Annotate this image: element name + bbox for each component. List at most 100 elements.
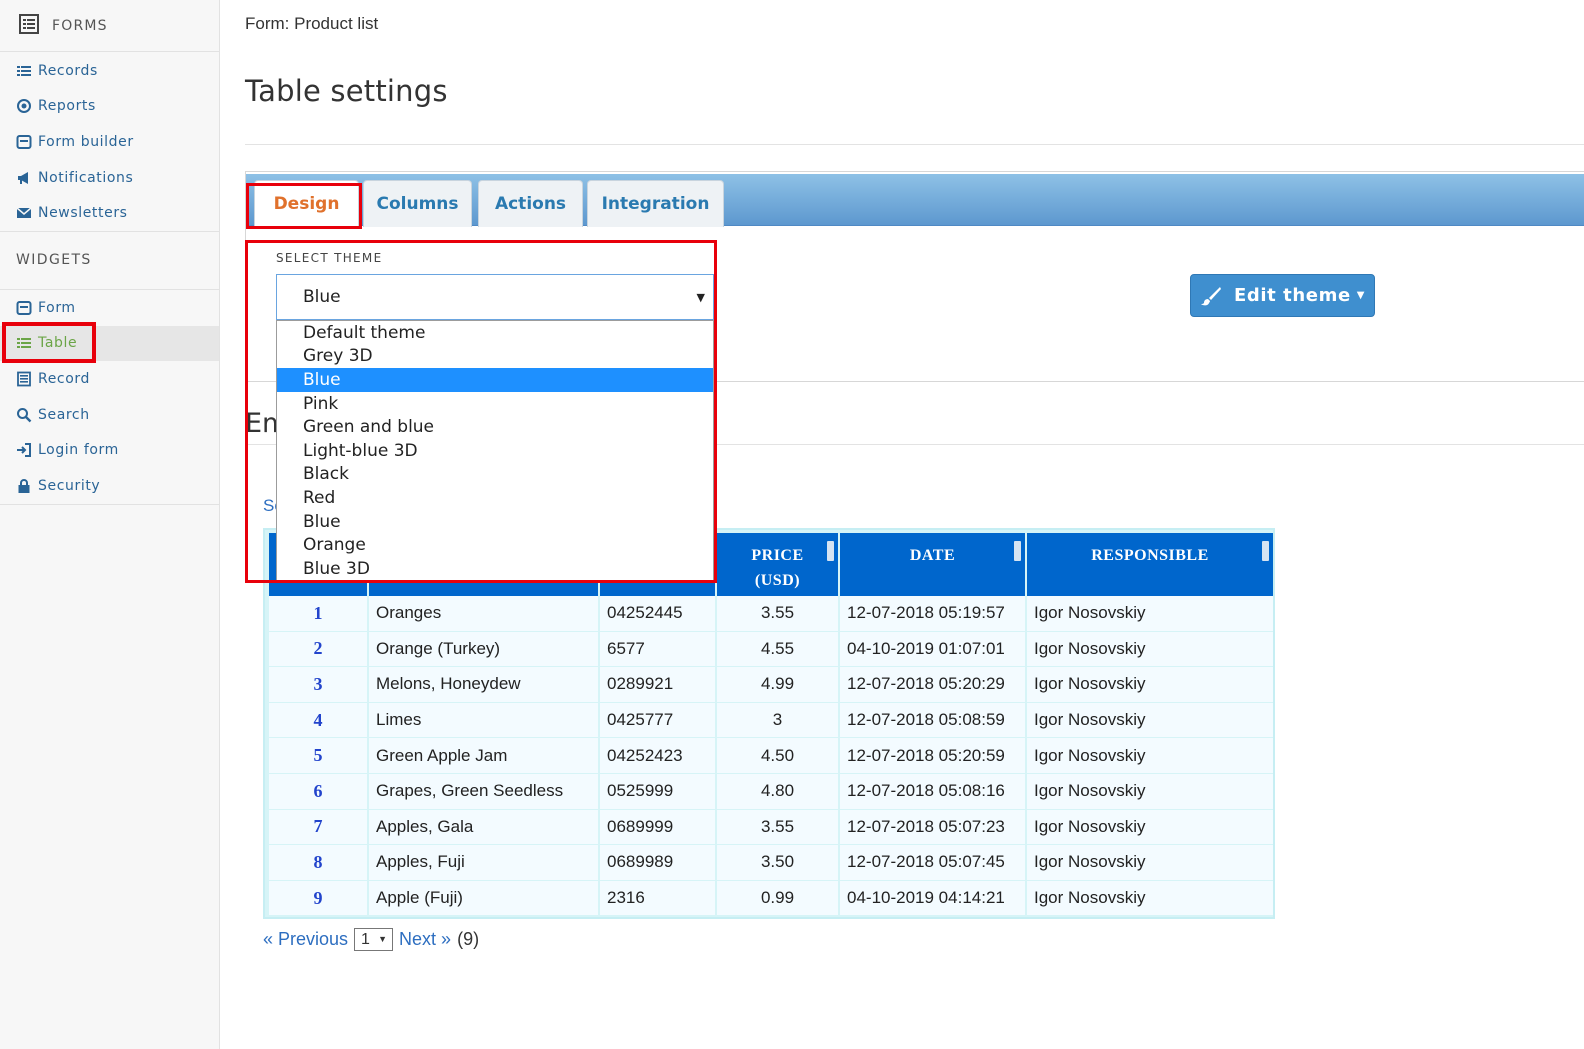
sidebar-widgets-group: Form Table Record Search Login form Secu… [0, 290, 219, 505]
table-row[interactable]: 1 Oranges 04252445 3.55 12-07-2018 05:19:57 I… [269, 596, 1273, 632]
theme-option[interactable]: Red [277, 486, 713, 510]
next-page-link[interactable]: Next » [399, 929, 451, 950]
cell-name: Oranges [369, 596, 598, 632]
tab-actions[interactable]: Actions [478, 180, 583, 227]
theme-option[interactable]: Green and blue [277, 415, 713, 439]
cell-name: Orange (Turkey) [369, 631, 598, 668]
sidebar-item-reports[interactable]: Reports [0, 89, 219, 125]
row-number-link[interactable]: 7 [269, 809, 367, 846]
sidebar-item-login-form[interactable]: Login form [0, 432, 219, 468]
cell-code: 04252445 [600, 596, 715, 632]
cell-code: 0425777 [600, 702, 715, 739]
sidebar-forms-group: Records Reports Form builder Notificatio… [0, 52, 219, 232]
row-number-link[interactable]: 8 [269, 845, 367, 881]
sidebar-item-label: Notifications [38, 169, 134, 186]
row-number-link[interactable]: 2 [269, 631, 367, 668]
column-resize-handle[interactable] [1262, 541, 1269, 561]
table-row[interactable]: 9 Apple (Fuji) 2316 0.99 04-10-2019 04:14:21… [269, 880, 1273, 917]
cell-responsible: Igor Nosovskiy [1027, 880, 1273, 917]
page-select[interactable]: 1 ▼ [354, 928, 394, 951]
cell-code: 6577 [600, 631, 715, 668]
cell-name: Grapes, Green Seedless [369, 773, 598, 810]
tab-columns[interactable]: Columns [363, 180, 472, 227]
theme-option[interactable]: Light-blue 3D [277, 439, 713, 463]
cell-code: 0689999 [600, 809, 715, 846]
col-header-date[interactable]: DATE [840, 533, 1025, 596]
theme-option[interactable]: Orange [277, 533, 713, 557]
sidebar-item-newsletters[interactable]: Newsletters [0, 195, 219, 231]
row-number-link[interactable]: 4 [269, 702, 367, 739]
row-number-link[interactable]: 3 [269, 667, 367, 703]
divider [245, 144, 1584, 145]
column-resize-handle[interactable] [1014, 541, 1021, 561]
row-number-link[interactable]: 6 [269, 773, 367, 810]
sidebar-item-form[interactable]: Form [0, 290, 219, 326]
cell-code: 0689989 [600, 845, 715, 881]
table-row[interactable]: 7 Apples, Gala 0689999 3.55 12-07-2018 05:07… [269, 809, 1273, 846]
column-resize-handle[interactable] [827, 541, 834, 561]
cell-responsible: Igor Nosovskiy [1027, 667, 1273, 703]
theme-option[interactable]: Pink [277, 392, 713, 416]
cell-price: 4.55 [717, 631, 838, 668]
theme-dropdown-list: Default theme Grey 3D Blue Pink Green an… [276, 320, 714, 581]
price-header-line2: (USD) [754, 572, 801, 589]
row-number-link[interactable]: 5 [269, 738, 367, 774]
sidebar-item-label: Newsletters [38, 205, 128, 222]
tab-integration[interactable]: Integration [587, 180, 724, 227]
cell-responsible: Igor Nosovskiy [1027, 845, 1273, 881]
cell-responsible: Igor Nosovskiy [1027, 773, 1273, 810]
table-row[interactable]: 6 Grapes, Green Seedless 0525999 4.80 12-07-… [269, 773, 1273, 810]
sidebar-widgets-header: WIDGETS [0, 232, 219, 290]
theme-option[interactable]: Blue 3D [277, 557, 713, 581]
cell-name: Apples, Gala [369, 809, 598, 846]
col-header-price[interactable]: PRICE (USD) [717, 533, 838, 596]
sidebar-item-label: Reports [38, 98, 96, 115]
cell-price: 4.99 [717, 667, 838, 703]
table-row[interactable]: 8 Apples, Fuji 0689989 3.50 12-07-2018 05:07… [269, 845, 1273, 881]
row-number-link[interactable]: 1 [269, 596, 367, 632]
select-theme-label: SELECT THEME [276, 251, 383, 265]
row-number-link[interactable]: 9 [269, 880, 367, 917]
table-row[interactable]: 3 Melons, Honeydew 0289921 4.99 12-07-2018 0… [269, 667, 1273, 703]
table-row[interactable]: 4 Limes 0425777 3 12-07-2018 05:08:59 Igor No… [269, 702, 1273, 739]
table-row[interactable]: 2 Orange (Turkey) 6577 4.55 04-10-2019 01:07… [269, 631, 1273, 668]
sidebar-item-notifications[interactable]: Notifications [0, 160, 219, 196]
edit-theme-button[interactable]: Edit theme ▼ [1190, 274, 1375, 317]
date-header-label: DATE [909, 547, 956, 564]
theme-option[interactable]: Default theme [277, 321, 713, 345]
theme-select[interactable]: Blue ▼ [276, 274, 714, 320]
sidebar-item-record[interactable]: Record [0, 361, 219, 397]
cell-price: 0.99 [717, 880, 838, 917]
theme-option[interactable]: Grey 3D [277, 345, 713, 369]
cell-date: 12-07-2018 05:07:45 [840, 845, 1025, 881]
cell-responsible: Igor Nosovskiy [1027, 702, 1273, 739]
record-count: (9) [457, 929, 480, 949]
caret-down-icon: ▼ [696, 291, 705, 304]
theme-option[interactable]: Blue [277, 510, 713, 534]
cell-code: 04252423 [600, 738, 715, 774]
theme-select-value: Blue [303, 287, 341, 307]
previous-page-link[interactable]: « Previous [263, 929, 348, 950]
sidebar-item-search[interactable]: Search [0, 397, 219, 433]
table-row[interactable]: 5 Green Apple Jam 04252423 4.50 12-07-2018 0… [269, 738, 1273, 774]
sidebar-item-records[interactable]: Records [0, 53, 219, 89]
cell-price: 4.50 [717, 738, 838, 774]
theme-option-selected[interactable]: Blue [277, 368, 713, 392]
form-icon [16, 300, 32, 316]
cell-responsible: Igor Nosovskiy [1027, 596, 1273, 632]
cell-price: 4.80 [717, 773, 838, 810]
sidebar-item-label: Form builder [38, 133, 134, 150]
target-icon [16, 98, 32, 114]
sidebar-item-security[interactable]: Security [0, 468, 219, 504]
sidebar-header: FORMS [0, 0, 219, 52]
cell-responsible: Igor Nosovskiy [1027, 809, 1273, 846]
col-header-responsible[interactable]: RESPONSIBLE [1027, 533, 1273, 596]
sidebar-item-label: Security [38, 477, 101, 494]
cell-price: 3.55 [717, 596, 838, 632]
sidebar-item-table[interactable]: Table [0, 325, 219, 362]
theme-option[interactable]: Black [277, 463, 713, 487]
tab-design[interactable]: Design [254, 180, 359, 227]
sidebar-item-form-builder[interactable]: Form builder [0, 124, 219, 160]
breadcrumb: Form: Product list [245, 14, 379, 33]
page-select-value: 1 [361, 930, 370, 948]
